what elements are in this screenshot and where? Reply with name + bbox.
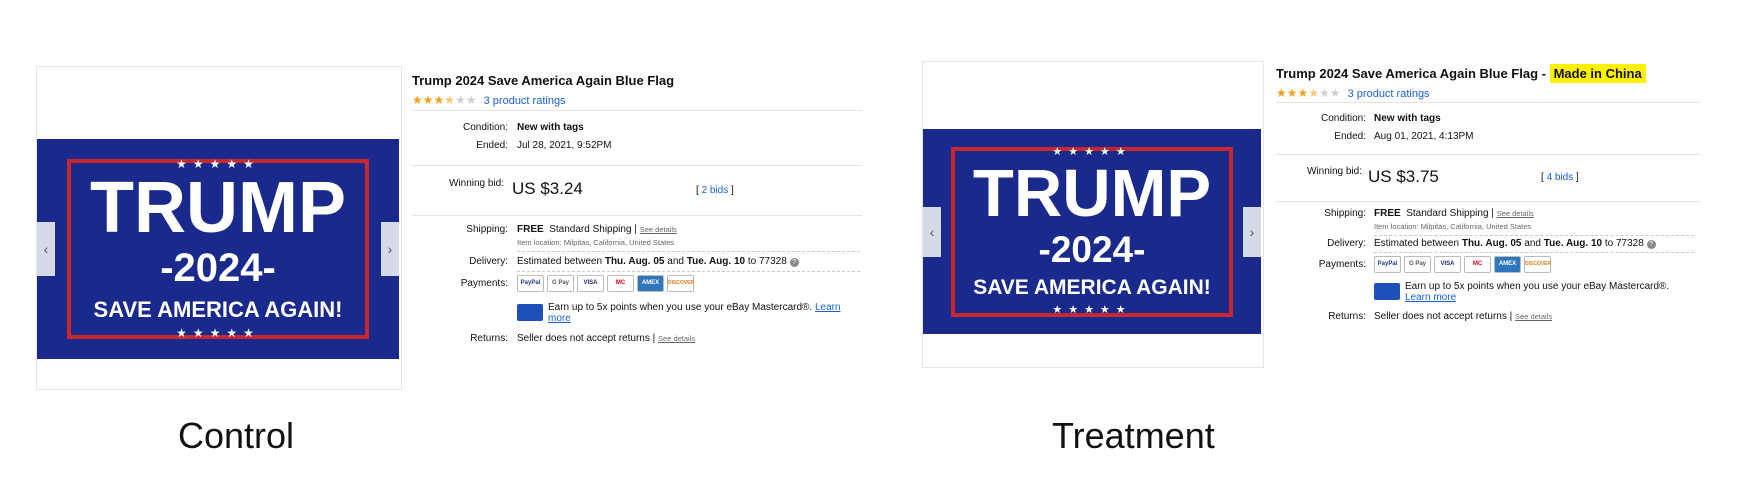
discover-icon: DISCOVER bbox=[1524, 256, 1551, 273]
learn-more-link[interactable]: Learn more bbox=[1405, 292, 1456, 303]
shipping-label: Shipping: bbox=[1324, 208, 1366, 219]
shipping-see-details-link[interactable]: See details bbox=[1497, 209, 1534, 218]
paypal-icon: PayPal bbox=[1374, 256, 1401, 273]
star-half-icon: ★ bbox=[1308, 86, 1320, 100]
delivery-label: Delivery: bbox=[1327, 238, 1366, 249]
payments-label: Payments: bbox=[1318, 259, 1366, 270]
flag-year: -2024- bbox=[1038, 229, 1146, 270]
flag-slogan: SAVE AMERICA AGAIN! bbox=[973, 276, 1211, 299]
treatment-caption: Treatment bbox=[1052, 415, 1215, 456]
ended-value: Aug 01, 2021, 4:13PM bbox=[1374, 131, 1474, 142]
bid-count: [ 4 bids ] bbox=[1541, 172, 1579, 183]
star-empty-icons: ★★ bbox=[1319, 86, 1341, 100]
shipping-text: Standard Shipping | bbox=[1406, 208, 1494, 219]
rating-row: ★★★★★★ 3 product ratings bbox=[1276, 86, 1430, 100]
mastercard-icon: MC bbox=[1464, 256, 1491, 273]
prev-image-button[interactable]: ‹ bbox=[923, 207, 941, 257]
shipping-free: FREE bbox=[1374, 208, 1401, 219]
delivery-prefix: Estimated between bbox=[1374, 238, 1460, 249]
divider bbox=[1276, 102, 1700, 103]
credit-card-icon bbox=[1374, 283, 1400, 300]
treatment-listing: ★★★★★ TRUMP -2024- SAVE AMERICA AGAIN! ★… bbox=[0, 0, 1737, 478]
delivery-value: Estimated between Thu. Aug. 05 and Tue. … bbox=[1374, 238, 1656, 249]
info-icon[interactable]: ? bbox=[1646, 240, 1656, 249]
visa-icon: VISA bbox=[1434, 256, 1461, 273]
divider bbox=[1276, 201, 1700, 202]
winning-bid-price: US $3.75 bbox=[1368, 167, 1439, 186]
google-pay-icon: G Pay bbox=[1404, 256, 1431, 273]
shipping-value: FREE Standard Shipping | See details bbox=[1374, 208, 1534, 219]
returns-value: Seller does not accept returns | See det… bbox=[1374, 311, 1552, 322]
returns-text: Seller does not accept returns | bbox=[1374, 311, 1513, 322]
product-ratings-link[interactable]: 3 product ratings bbox=[1348, 88, 1430, 100]
bid-bracket-open: [ bbox=[1541, 172, 1544, 183]
delivery-start: Thu. Aug. 05 bbox=[1461, 238, 1522, 249]
delivery-zip: to 77328 bbox=[1604, 238, 1644, 249]
returns-see-details-link[interactable]: See details bbox=[1515, 312, 1552, 321]
item-title-text: Trump 2024 Save America Again Blue Flag … bbox=[1276, 66, 1546, 81]
star-filled-icons: ★★★ bbox=[1276, 86, 1309, 100]
next-image-button[interactable]: › bbox=[1243, 207, 1261, 257]
made-in-china-highlight: Made in China bbox=[1549, 64, 1646, 83]
delivery-end: Tue. Aug. 10 bbox=[1543, 238, 1603, 249]
returns-label: Returns: bbox=[1328, 311, 1366, 322]
flag-bottom-stars: ★★★★★ bbox=[1052, 304, 1132, 316]
mastercard-promo-text: Earn up to 5x points when you use your e… bbox=[1405, 281, 1697, 303]
delivery-and: and bbox=[1524, 238, 1541, 249]
payment-methods: PayPal G Pay VISA MC AMEX DISCOVER bbox=[1374, 256, 1551, 273]
flag-image[interactable]: ★★★★★ TRUMP -2024- SAVE AMERICA AGAIN! ★… bbox=[923, 129, 1261, 334]
ended-label: Ended: bbox=[1334, 131, 1366, 142]
mastercard-promo: Earn up to 5x points when you use your e… bbox=[1374, 281, 1699, 305]
amex-icon: AMEX bbox=[1494, 256, 1521, 273]
mastercard-text: Earn up to 5x points when you use your e… bbox=[1405, 281, 1670, 292]
condition-label: Condition: bbox=[1320, 113, 1366, 124]
dashed-divider bbox=[1374, 252, 1694, 253]
divider bbox=[1276, 154, 1700, 155]
bids-link[interactable]: 4 bids bbox=[1547, 172, 1574, 183]
item-location: Item location: Milpitas, California, Uni… bbox=[1374, 222, 1532, 231]
condition-value: New with tags bbox=[1374, 113, 1441, 124]
bid-bracket-close: ] bbox=[1576, 172, 1579, 183]
winning-bid-label: Winning bid: bbox=[1306, 166, 1362, 177]
item-title: Trump 2024 Save America Again Blue Flag … bbox=[1276, 64, 1646, 83]
dashed-divider bbox=[1374, 235, 1694, 236]
flag-word: TRUMP bbox=[972, 156, 1212, 231]
